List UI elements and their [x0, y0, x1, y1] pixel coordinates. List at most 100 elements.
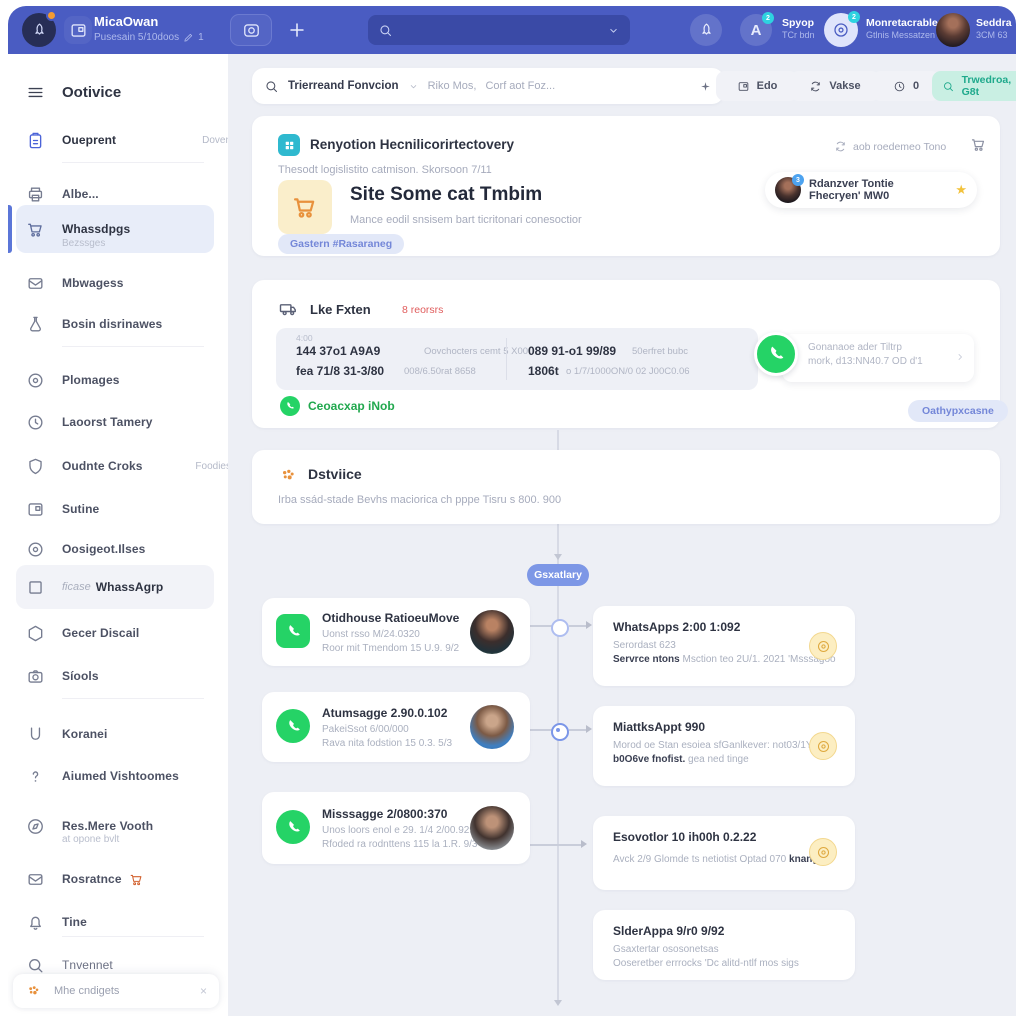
sidebar-title: Ootivice [62, 84, 121, 101]
sidebar-item-gecer[interactable]: Gecer Discail [8, 613, 260, 653]
sidebar-item-laoorst[interactable]: Laoorst Tamery [8, 402, 260, 442]
sidebar: Ootivice Oueprent Doven Albe... Whassdpg… [8, 54, 229, 1016]
hexagon-icon [26, 624, 45, 643]
app-window: MicaOwan Pusesain 5/10doos 1 A 2 Spyop T… [8, 6, 1016, 1016]
message-card[interactable]: Atumsagge 2.90.0.102 PakeiSsot 6/00/000 … [262, 692, 530, 762]
divider [62, 162, 204, 163]
status-pill[interactable]: Oathypxcasne [908, 400, 1008, 422]
event-card[interactable]: SlderAppa 9/r0 9/92 Gsaxtertar ososonets… [593, 910, 855, 980]
whatsapp-connection-chip[interactable]: Gonanaoe ader Tiltrp mork, d13:NN40.7 OD… [782, 334, 974, 382]
paw-icon [25, 983, 42, 1000]
topbar-user[interactable]: Seddra 3CM 63 [976, 17, 1012, 41]
sidebar-item-whassagrp[interactable]: ficase WhassAgrp [8, 567, 260, 607]
product-title: Site Some cat Tmbim [350, 184, 542, 206]
sidebar-item-oueprent[interactable]: Oueprent Doven [8, 120, 260, 160]
vakse-button[interactable]: Vakse [790, 71, 880, 101]
card-meta: aob roedemeo Tono [834, 140, 946, 153]
event-card[interactable]: MiattksAppt 990 Morod oe Stan esoiea sfG… [593, 706, 855, 786]
clock-icon [26, 413, 45, 432]
global-search[interactable] [368, 15, 630, 45]
browser-icon [26, 500, 45, 519]
sidebar-header: Ootivice [8, 72, 260, 112]
filter-label[interactable]: Trierreand Fonvcion [288, 80, 399, 92]
event-card[interactable]: WhatsApps 2:00 1:092 Serordast 623 Servr… [593, 606, 855, 686]
history-button[interactable]: 0 [872, 71, 940, 101]
card-subtitle: Irba ssád-stade Bevhs maciorica ch pppe … [278, 494, 561, 506]
badge: 2 [762, 12, 774, 24]
whatsapp-link[interactable]: Ceoacxap iNob [280, 396, 395, 416]
sidebar-item-oosigeot[interactable]: Oosigeot.Ilses [8, 529, 260, 569]
ring-icon [26, 540, 45, 559]
filter-placeholder: Corf aot Foz... [485, 80, 555, 92]
connector [569, 625, 587, 627]
sidebar-item-plomages[interactable]: Plomages [8, 360, 260, 400]
card-title: Dstviice [308, 466, 362, 482]
letter-button[interactable]: A 2 [740, 14, 772, 46]
clipboard-icon [26, 131, 45, 150]
sidebar-item-aiumed[interactable]: Aiumed Vishtoomes [8, 756, 260, 796]
card-title: Renyotion Hecnilicorirtectovery [310, 137, 514, 152]
sidebar-footer-widget[interactable]: Mhe cndigets × [13, 974, 219, 1008]
integration-icon [278, 134, 300, 156]
filter-hint: Riko Mos, [428, 80, 477, 92]
sidebar-item-koranei[interactable]: Koranei [8, 714, 260, 754]
chevron-down-icon[interactable] [408, 81, 419, 92]
card-subtitle: Thesodt logislistito catmison. Skorsoon … [278, 164, 492, 176]
workspace-icon[interactable] [64, 16, 92, 44]
coin-icon [809, 732, 837, 760]
badge: 2 [848, 11, 860, 23]
topbar-stat2[interactable]: Monretacrables Gtlnis Messatzen [866, 17, 944, 41]
user-avatar[interactable] [936, 13, 970, 47]
assignee-chip[interactable]: 3 Rdanzver Tontie Fhecryen' MW0 ★ [765, 172, 977, 208]
truck-icon [278, 299, 298, 319]
global-search-input[interactable] [401, 23, 599, 37]
refresh-icon[interactable] [834, 140, 847, 153]
sidebar-item-mbwagess[interactable]: Mbwagess [8, 263, 260, 303]
message-card[interactable]: Misssagge 2/0800:370 Unos loors enol e 2… [262, 792, 530, 864]
tag-pill[interactable]: Gastern #Rasaraneg [278, 234, 404, 254]
connector [569, 729, 587, 731]
sidebar-item-sutine[interactable]: Sutine [8, 489, 260, 529]
coin-icon [809, 838, 837, 866]
app-title: MicaOwan [94, 15, 158, 28]
sidebar-item-whassdpgs[interactable]: Whassdpgs Bezssges [8, 209, 260, 249]
add-button[interactable] [286, 19, 308, 41]
sparkle-icon[interactable] [699, 80, 712, 93]
badge: 3 [792, 174, 804, 186]
time-label: 4:00 [296, 333, 313, 343]
pencil-icon[interactable] [183, 32, 194, 43]
assistant-button[interactable] [690, 14, 722, 46]
search-icon [264, 79, 279, 94]
sidebar-item-rosratnce[interactable]: Rosratnce [8, 859, 260, 899]
sidebar-item-siools[interactable]: Síools [8, 656, 260, 696]
cup-icon [26, 725, 45, 744]
timeline-line [557, 430, 559, 450]
chevron-right-icon [954, 351, 966, 363]
menu-icon[interactable] [26, 83, 45, 102]
main-content: Trierreand Fonvcion Riko Mos, Corf aot F… [228, 54, 1016, 1016]
chevron-down-icon[interactable] [607, 24, 620, 37]
divider [506, 338, 507, 380]
close-icon[interactable]: × [200, 984, 207, 998]
timeline-pill[interactable]: Gsxatlary [527, 564, 589, 586]
connector [530, 729, 552, 731]
cart-icon[interactable] [970, 136, 987, 153]
disc-icon [26, 371, 45, 390]
sidebar-item-resmere[interactable]: Res.Mere Vooth at opone bvlt [8, 806, 260, 846]
avatar [470, 610, 514, 654]
sidebar-item-bosin[interactable]: Bosin disrinawes [8, 304, 260, 344]
star-icon[interactable]: ★ [955, 182, 967, 198]
message-card[interactable]: Otidhouse RatioeuMove Uonst rsso M/24.03… [262, 598, 530, 666]
order-card: Renyotion Hecnilicorirtectovery Thesodt … [252, 116, 1000, 256]
messages-button[interactable]: 2 [824, 13, 858, 47]
capture-button[interactable] [230, 14, 272, 46]
notification-dot [46, 10, 57, 21]
mail-icon [26, 870, 45, 889]
event-card[interactable]: Esovotlor 10 ih00h 0.2.22 Avck 2/9 Glomd… [593, 816, 855, 890]
edo-button[interactable]: Edo [716, 71, 798, 101]
primary-action-button[interactable]: Trwedroa, G8t [932, 71, 1016, 101]
filter-search-bar[interactable]: Trierreand Fonvcion Riko Mos, Corf aot F… [252, 68, 724, 104]
sidebar-item-oudnte[interactable]: Oudnte Croks Foodies [8, 446, 260, 486]
arrow-down-icon [554, 554, 562, 560]
topbar-stat1[interactable]: Spyop TCr bdn [782, 17, 815, 41]
